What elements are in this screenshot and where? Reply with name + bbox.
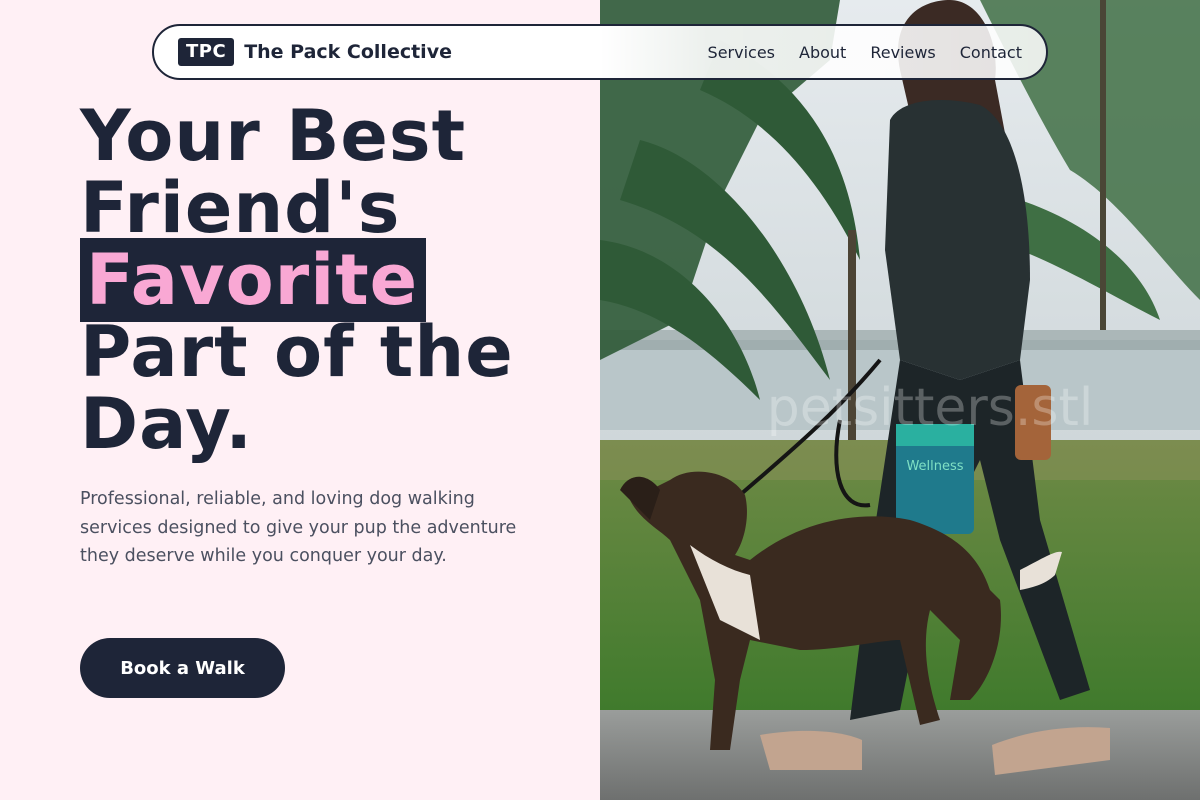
nav-links: Services About Reviews Contact: [708, 43, 1022, 62]
hero-title: Your Best Friend's Favorite Part of the …: [80, 100, 580, 460]
nav-link-contact[interactable]: Contact: [960, 43, 1022, 62]
hero-subtitle: Professional, reliable, and loving dog w…: [80, 489, 517, 566]
hero-title-line-1: Your Best: [80, 95, 467, 177]
navbar: TPC The Pack Collective Services About R…: [152, 24, 1048, 80]
hero-title-line-2: Friend's: [80, 167, 401, 249]
hero-title-highlight: Favorite: [80, 238, 427, 322]
nav-link-reviews[interactable]: Reviews: [870, 43, 935, 62]
photo-watermark: petsitters.stl: [767, 378, 1094, 438]
hero-photo: petsitters.stl Wellness: [600, 0, 1200, 800]
logo-badge[interactable]: TPC: [178, 38, 235, 66]
brand-name[interactable]: The Pack Collective: [244, 41, 452, 63]
nav-link-about[interactable]: About: [799, 43, 846, 62]
book-walk-button[interactable]: Book a Walk: [80, 638, 285, 698]
nav-link-services[interactable]: Services: [708, 43, 775, 62]
hero-title-line-4: Part of the: [80, 311, 514, 393]
hero-title-line-3: Favorite: [80, 238, 580, 322]
bag-label: Wellness: [906, 459, 963, 474]
hero-title-line-5: Day.: [80, 383, 253, 465]
